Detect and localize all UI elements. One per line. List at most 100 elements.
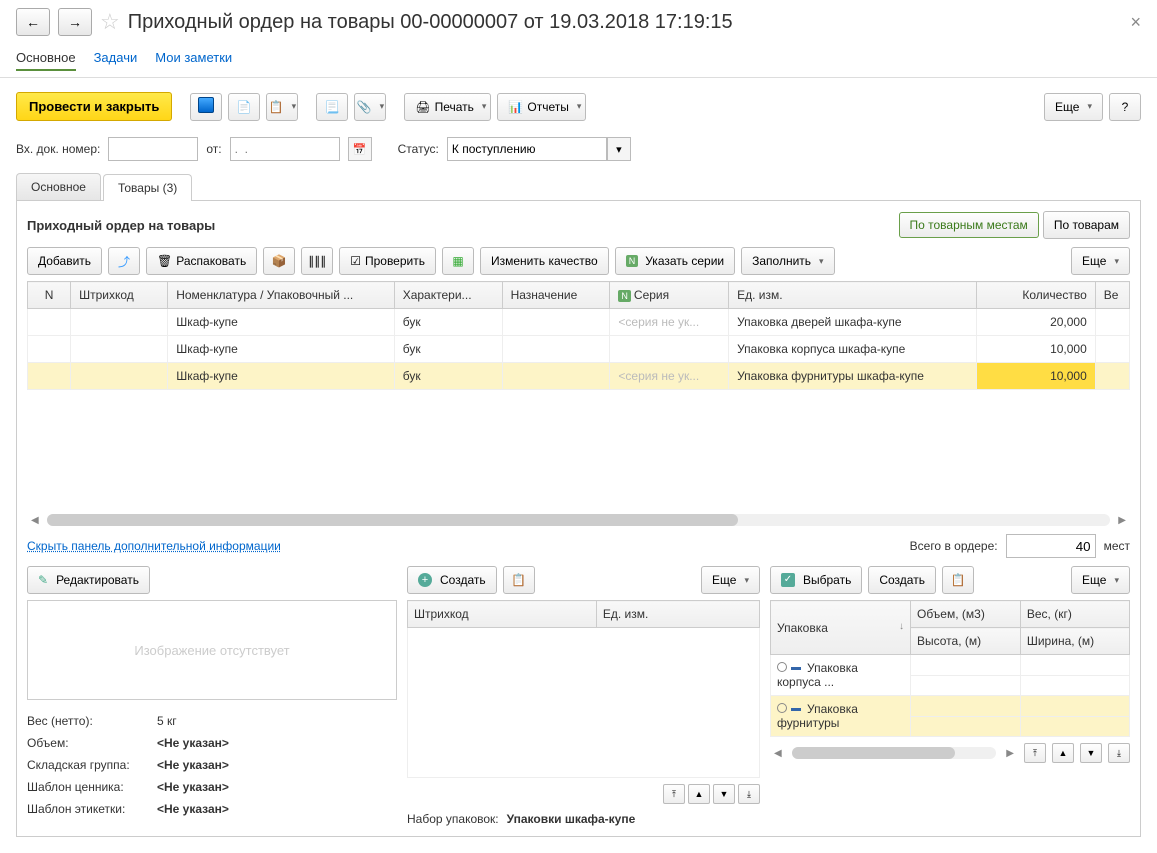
last2-button[interactable]: ⤓ <box>1108 743 1130 763</box>
label-tpl-value: <Не указан> <box>157 802 229 816</box>
volume-label: Объем: <box>27 736 157 750</box>
scroll-right2-icon[interactable]: ▶ <box>1002 748 1018 759</box>
col-n[interactable]: N <box>28 282 71 309</box>
tab-tasks[interactable]: Задачи <box>94 50 138 71</box>
hscroll2-track[interactable] <box>792 747 997 759</box>
hscroll-track[interactable] <box>47 514 1111 526</box>
col-width[interactable]: Ширина, (м) <box>1020 628 1129 655</box>
more-button[interactable]: Еще <box>1044 93 1103 121</box>
subtab-main[interactable]: Основное <box>16 173 101 200</box>
doc-num-input[interactable] <box>108 137 198 161</box>
subtab-goods[interactable]: Товары (3) <box>103 174 192 201</box>
post-button[interactable]: 📄 <box>228 93 260 121</box>
create2-button[interactable]: Создать <box>868 566 936 594</box>
copy-icon-button[interactable]: 📋 <box>503 566 535 594</box>
table-row[interactable]: Шкаф-купе бук <серия не ук... Упаковка ф… <box>28 363 1130 390</box>
last-button[interactable]: ⤓ <box>738 784 760 804</box>
calendar-button[interactable]: 📅 <box>348 137 372 161</box>
label-tpl-label: Шаблон этикетки: <box>27 802 157 816</box>
scroll-left2-icon[interactable]: ◀ <box>770 748 786 759</box>
radio-icon[interactable] <box>777 662 787 672</box>
col-unit2[interactable]: Ед. изм. <box>596 601 759 628</box>
box-icon-button[interactable]: 📦 <box>263 247 295 275</box>
scroll-right-icon[interactable]: ▶ <box>1114 515 1130 526</box>
col-volume[interactable]: Объем, (м3) <box>911 601 1021 628</box>
post-close-button[interactable]: Провести и закрыть <box>16 92 172 121</box>
favorite-icon[interactable]: ☆ <box>100 9 120 35</box>
pack-set-value: Упаковки шкафа-купе <box>507 812 636 826</box>
col-barcode[interactable]: Штрихкод <box>71 282 168 309</box>
col-weight[interactable]: Ве <box>1095 282 1129 309</box>
attach-button[interactable]: 📎 <box>354 93 386 121</box>
price-tpl-value: <Не указан> <box>157 780 229 794</box>
up2-button[interactable]: ▲ <box>1052 743 1074 763</box>
first2-button[interactable]: ⤒ <box>1024 743 1046 763</box>
hscroll2-thumb[interactable] <box>792 747 956 759</box>
status-input[interactable] <box>447 137 607 161</box>
hide-panel-link[interactable]: Скрыть панель дополнительной информации <box>27 539 281 553</box>
back-button[interactable]: ← <box>16 8 50 36</box>
tab-main[interactable]: Основное <box>16 50 76 71</box>
col-unit[interactable]: Ед. изм. <box>729 282 977 309</box>
total-label: Всего в ордере: <box>910 539 998 553</box>
status-label: Статус: <box>398 142 439 156</box>
table-row[interactable]: Шкаф-купе бук <серия не ук... Упаковка д… <box>28 309 1130 336</box>
tab-notes[interactable]: Мои заметки <box>155 50 232 71</box>
doc-icon-button[interactable]: 📃 <box>316 93 348 121</box>
list-item[interactable]: Упаковка корпуса ... <box>771 655 1130 676</box>
goods-panel-title: Приходный ордер на товары <box>27 218 215 233</box>
up-button[interactable]: ▲ <box>688 784 710 804</box>
fill-button[interactable]: Заполнить <box>741 247 834 275</box>
first-button[interactable]: ⤒ <box>663 784 685 804</box>
reports-button[interactable]: 📊 Отчеты <box>497 93 586 121</box>
help-button[interactable]: ? <box>1109 93 1141 121</box>
radio-icon[interactable] <box>777 703 787 713</box>
by-goods-button[interactable]: По товарам <box>1043 211 1130 239</box>
based-on-button[interactable]: 📋 <box>266 93 298 121</box>
grid-icon-button[interactable]: ▦ <box>442 247 474 275</box>
right-more-button[interactable]: Еще <box>1071 566 1130 594</box>
mid-more-button[interactable]: Еще <box>701 566 760 594</box>
col-purpose[interactable]: Назначение <box>502 282 610 309</box>
col-height[interactable]: Высота, (м) <box>911 628 1021 655</box>
hscroll-thumb[interactable] <box>47 514 738 526</box>
volume-value: <Не указан> <box>157 736 229 750</box>
goods-table: N Штрихкод Номенклатура / Упаковочный ..… <box>27 281 1130 390</box>
close-icon[interactable]: × <box>1130 12 1141 33</box>
edit-button[interactable]: Редактировать <box>27 566 150 594</box>
print-button[interactable]: 🖨 Печать <box>404 93 491 121</box>
col-weight2[interactable]: Вес, (кг) <box>1020 601 1129 628</box>
down-button[interactable]: ▼ <box>713 784 735 804</box>
down2-button[interactable]: ▼ <box>1080 743 1102 763</box>
forward-button[interactable]: → <box>58 8 92 36</box>
by-places-button[interactable]: По товарным местам <box>899 212 1039 238</box>
status-dropdown-button[interactable]: ▾ <box>607 137 631 161</box>
list-item[interactable]: Упаковка фурнитуры <box>771 696 1130 717</box>
total-input[interactable] <box>1006 534 1096 558</box>
create-button[interactable]: Создать <box>407 566 497 594</box>
date-input[interactable] <box>230 137 340 161</box>
item-icon <box>791 667 801 670</box>
barcode-table: Штрихкод Ед. изм. <box>407 600 760 778</box>
check-button[interactable]: ☑ Проверить <box>339 247 436 275</box>
col-series[interactable]: NСерия <box>610 282 729 309</box>
col-char[interactable]: Характери... <box>394 282 502 309</box>
add-button[interactable]: Добавить <box>27 247 102 275</box>
col-nomenclature[interactable]: Номенклатура / Упаковочный ... <box>168 282 395 309</box>
barcode-icon-button[interactable]: ∥∥∥ <box>301 247 333 275</box>
goods-more-button[interactable]: Еще <box>1071 247 1130 275</box>
col-qty[interactable]: Количество <box>977 282 1096 309</box>
set-series-button[interactable]: NУказать серии <box>615 247 735 275</box>
image-placeholder: Изображение отсутствует <box>27 600 397 700</box>
pack-table: Упаковка↓ Объем, (м3) Вес, (кг) Высота, … <box>770 600 1130 737</box>
change-quality-button[interactable]: Изменить качество <box>480 247 609 275</box>
save-button[interactable] <box>190 93 222 121</box>
table-row[interactable]: Шкаф-купе бук Упаковка корпуса шкафа-куп… <box>28 336 1130 363</box>
copy2-icon-button[interactable]: 📋 <box>942 566 974 594</box>
col-pack[interactable]: Упаковка↓ <box>771 601 911 655</box>
choose-button[interactable]: Выбрать <box>770 566 862 594</box>
unpack-button[interactable]: 🗑 Распаковать <box>146 247 257 275</box>
scroll-left-icon[interactable]: ◀ <box>27 515 43 526</box>
share-icon-button[interactable]: ⤴ <box>108 247 140 275</box>
col-barcode2[interactable]: Штрихкод <box>408 601 597 628</box>
